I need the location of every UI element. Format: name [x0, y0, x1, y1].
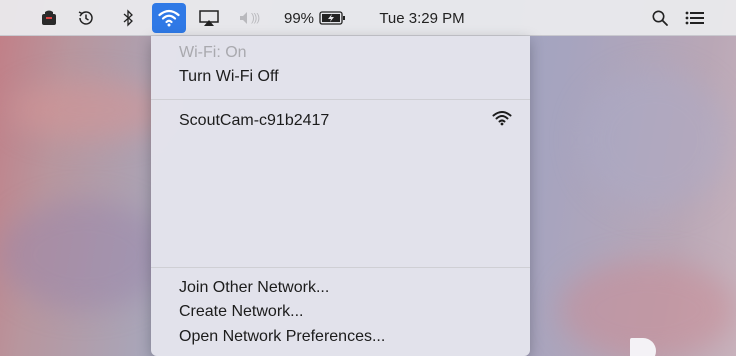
menu-bar-clock[interactable]: Tue 3:29 PM — [372, 0, 472, 36]
wifi-menu-button[interactable] — [152, 3, 186, 33]
open-network-preferences-item[interactable]: Open Network Preferences... — [179, 328, 385, 346]
wallpaper-cloud — [580, 70, 730, 210]
volume-icon[interactable]: ))) — [230, 0, 268, 36]
notification-center-icon[interactable] — [682, 0, 708, 36]
bluetooth-icon[interactable] — [118, 0, 138, 36]
battery-percent[interactable]: 99% — [281, 0, 317, 36]
menu-separator — [151, 99, 530, 100]
time-machine-icon[interactable] — [73, 0, 99, 36]
menu-separator — [151, 267, 530, 268]
join-other-network-item[interactable]: Join Other Network... — [179, 279, 329, 297]
wifi-icon — [158, 9, 180, 27]
search-icon[interactable] — [648, 0, 672, 36]
turn-wifi-off-item[interactable]: Turn Wi-Fi Off — [179, 68, 279, 86]
battery-charging-icon[interactable] — [318, 0, 348, 36]
wifi-dropdown-menu: Wi-Fi: On Turn Wi-Fi Off ScoutCam-c91b24… — [151, 36, 530, 356]
wifi-signal-icon — [492, 110, 512, 131]
network-item[interactable]: ScoutCam-c91b2417 — [179, 112, 329, 130]
app-icon[interactable] — [36, 0, 62, 36]
airplay-icon[interactable] — [196, 0, 222, 36]
wifi-status-label: Wi-Fi: On — [179, 44, 247, 61]
menu-bar: ))) 99% Tue 3:29 PM — [0, 0, 736, 36]
wallpaper-cloud — [0, 200, 170, 310]
wallpaper-cloud — [10, 80, 170, 140]
create-network-item[interactable]: Create Network... — [179, 303, 303, 321]
